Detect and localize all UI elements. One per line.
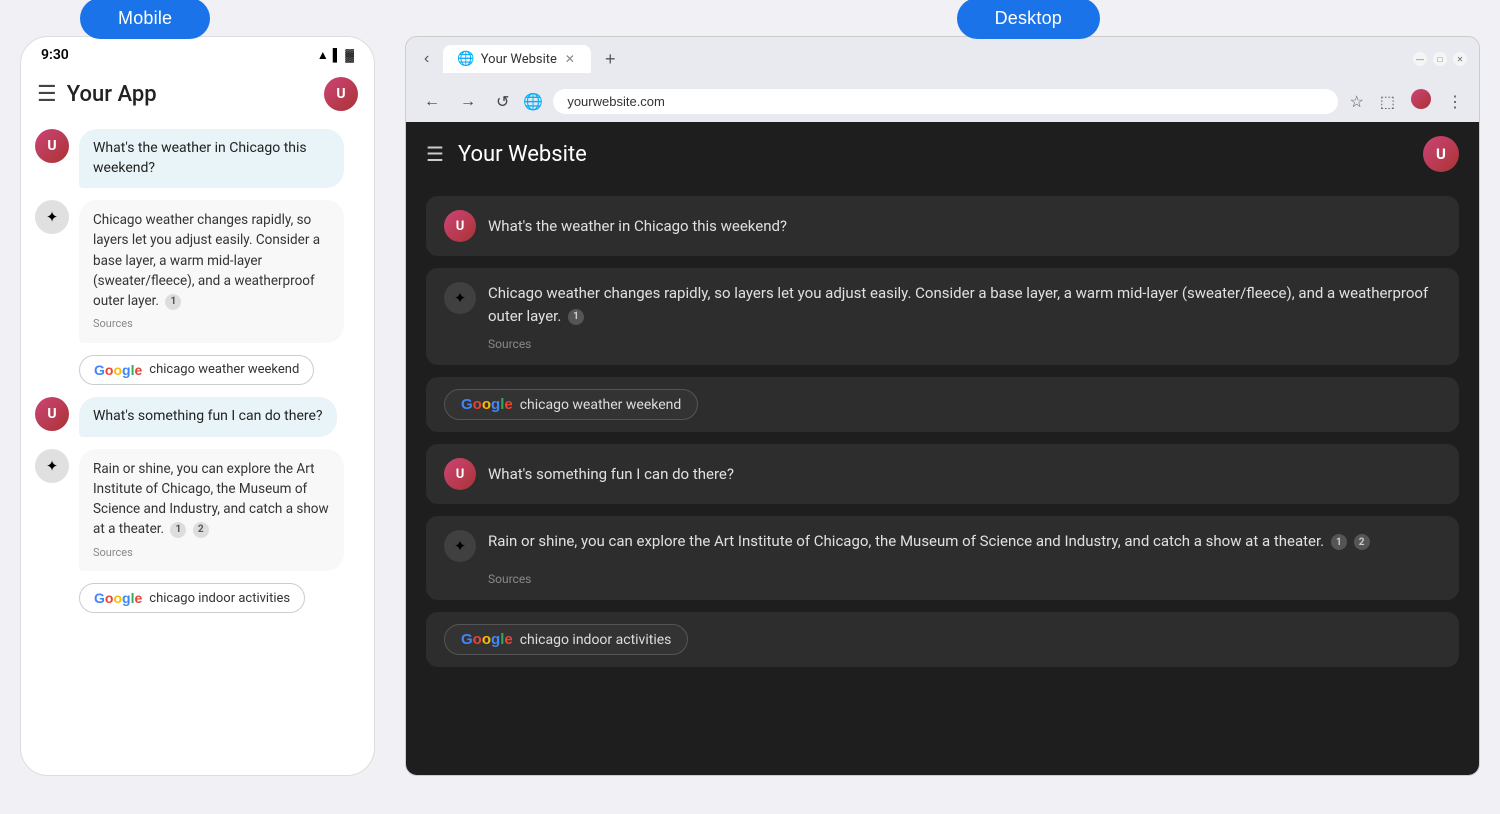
hamburger-icon[interactable]: ☰ [37, 82, 57, 107]
d-user-avatar-1: U [444, 210, 476, 242]
d-ai-avatar-1: ✦ [444, 282, 476, 314]
site-hamburger-icon[interactable]: ☰ [426, 142, 444, 166]
d-chip-1-label: chicago weather weekend [520, 397, 682, 413]
mobile-msg-3-user: U What's something fun I can do there? [35, 397, 360, 437]
site-header: ☰ Your Website U [406, 122, 1479, 186]
d-sources-2: Sources [488, 572, 1441, 586]
d-ai-row-1: ✦ Chicago weather changes rapidly, so la… [444, 282, 1441, 327]
mobile-chip-1-label: chicago weather weekend [149, 362, 299, 377]
desktop-msg-1-user: U What's the weather in Chicago this wee… [426, 196, 1459, 256]
source-num-1: 1 [165, 294, 181, 310]
status-icons: ▲ ▌ ▓ [317, 48, 354, 62]
user-avatar-1: U [35, 129, 69, 163]
mobile-ai-bubble-2: Rain or shine, you can explore the Art I… [79, 449, 344, 572]
maximize-button[interactable]: □ [1433, 52, 1447, 66]
browser-title-bar: ‹ 🌐 Your Website ✕ + — □ ✕ [406, 37, 1479, 81]
mobile-chat-area: U What's the weather in Chicago this wee… [21, 119, 374, 775]
d-source-num-2b: 2 [1354, 534, 1370, 550]
d-source-num-2a: 1 [1331, 534, 1347, 550]
forward-button[interactable]: → [454, 91, 482, 113]
mobile-panel: 9:30 ▲ ▌ ▓ ☰ Your App U U What's the wea… [20, 36, 375, 776]
d-chip-inner-2[interactable]: Google chicago indoor activities [444, 624, 688, 655]
top-buttons-bar: Mobile Desktop [0, 0, 1500, 36]
desktop-google-chip-1[interactable]: Google chicago weather weekend [426, 377, 1459, 432]
d-source-num-1: 1 [568, 309, 584, 325]
d-ai-text-1: Chicago weather changes rapidly, so laye… [488, 282, 1441, 327]
tab-back-nav[interactable]: ‹ [418, 46, 435, 72]
d-user-text-2: What's something fun I can do there? [488, 465, 734, 483]
mobile-google-chip-2[interactable]: Google chicago indoor activities [79, 583, 305, 613]
address-bar-input[interactable] [553, 89, 1337, 114]
source-num-2b: 2 [193, 522, 209, 538]
d-chip-inner-1[interactable]: Google chicago weather weekend [444, 389, 698, 420]
new-tab-button[interactable]: + [599, 49, 622, 70]
wifi-icon: ▲ [317, 48, 329, 62]
back-button[interactable]: ← [418, 91, 446, 113]
mobile-ai-bubble-1: Chicago weather changes rapidly, so laye… [79, 200, 344, 343]
mobile-user-avatar: U [324, 77, 358, 111]
mobile-user-bubble-2: What's something fun I can do there? [79, 397, 337, 437]
google-favicon-address: 🌐 [523, 92, 543, 111]
reload-button[interactable]: ↺ [490, 90, 515, 114]
d-ai-avatar-2: ✦ [444, 530, 476, 562]
browser-content: ☰ Your Website U U What's the weather in… [406, 122, 1479, 775]
source-num-2a: 1 [170, 522, 186, 538]
ai-avatar-2: ✦ [35, 449, 69, 483]
desktop-chat-area: U What's the weather in Chicago this wee… [406, 186, 1479, 775]
mobile-google-chip-1[interactable]: Google chicago weather weekend [79, 355, 314, 385]
d-user-avatar-2: U [444, 458, 476, 490]
mobile-button[interactable]: Mobile [80, 0, 210, 39]
window-controls: — □ ✕ [1413, 52, 1467, 66]
desktop-google-chip-2[interactable]: Google chicago indoor activities [426, 612, 1459, 667]
main-area: 9:30 ▲ ▌ ▓ ☰ Your App U U What's the wea… [0, 36, 1500, 814]
mobile-user-bubble-1: What's the weather in Chicago this weeke… [79, 129, 344, 188]
browser-action-icons: ☆ ⬚ ⋮ [1346, 87, 1467, 116]
mobile-msg-4-ai: ✦ Rain or shine, you can explore the Art… [35, 449, 360, 572]
mobile-msg-1-user: U What's the weather in Chicago this wee… [35, 129, 360, 188]
desktop-panel: ‹ 🌐 Your Website ✕ + — □ ✕ ← → ↺ 🌐 [405, 36, 1480, 776]
extensions-button[interactable]: ⬚ [1376, 90, 1399, 114]
d-sources-1: Sources [488, 337, 1441, 351]
desktop-msg-2-ai: ✦ Chicago weather changes rapidly, so la… [426, 268, 1459, 365]
battery-icon: ▓ [345, 48, 354, 62]
d-ai-text-2: Rain or shine, you can explore the Art I… [488, 530, 1370, 553]
close-button[interactable]: ✕ [1453, 52, 1467, 66]
desktop-msg-4-ai: ✦ Rain or shine, you can explore the Art… [426, 516, 1459, 600]
bookmark-button[interactable]: ☆ [1346, 90, 1368, 114]
tab-title: Your Website [481, 52, 557, 67]
browser-address-bar: ← → ↺ 🌐 ☆ ⬚ ⋮ [406, 81, 1479, 122]
site-title: Your Website [458, 142, 1409, 167]
browser-tab[interactable]: 🌐 Your Website ✕ [443, 45, 591, 73]
sources-label-2: Sources [93, 545, 330, 562]
tab-close-button[interactable]: ✕ [563, 52, 577, 66]
mobile-status-bar: 9:30 ▲ ▌ ▓ [21, 37, 374, 69]
mobile-app-bar: ☰ Your App U [21, 69, 374, 119]
desktop-msg-3-user: U What's something fun I can do there? [426, 444, 1459, 504]
more-options-button[interactable]: ⋮ [1443, 90, 1467, 114]
profile-button[interactable] [1407, 87, 1435, 116]
site-user-avatar: U [1423, 136, 1459, 172]
minimize-button[interactable]: — [1413, 52, 1427, 66]
d-ai-row-2: ✦ Rain or shine, you can explore the Art… [444, 530, 1441, 562]
ai-avatar-1: ✦ [35, 200, 69, 234]
d-user-text-1: What's the weather in Chicago this weeke… [488, 217, 787, 235]
tab-favicon: 🌐 [457, 51, 474, 67]
sources-label-1: Sources [93, 316, 330, 333]
mobile-msg-2-ai: ✦ Chicago weather changes rapidly, so la… [35, 200, 360, 343]
status-time: 9:30 [41, 47, 69, 63]
d-chip-2-label: chicago indoor activities [520, 632, 672, 648]
signal-icon: ▌ [333, 48, 342, 62]
mobile-chip-2-label: chicago indoor activities [149, 591, 290, 606]
mobile-app-title: Your App [67, 82, 314, 107]
desktop-button[interactable]: Desktop [957, 0, 1100, 39]
user-avatar-2: U [35, 397, 69, 431]
